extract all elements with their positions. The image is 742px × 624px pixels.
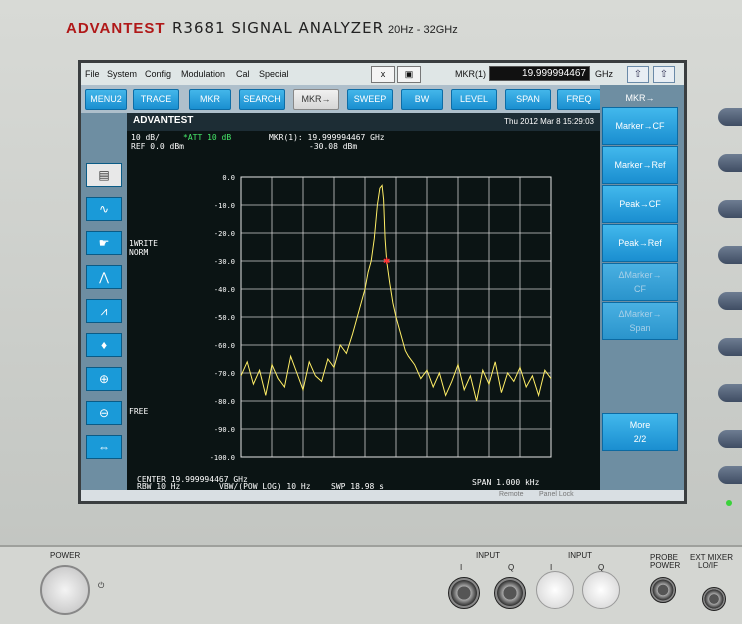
panel-lock-indicator: Panel Lock — [539, 491, 574, 498]
hand-pointer-icon[interactable]: ☛ — [86, 231, 122, 255]
y-tick-label: -10.0 — [214, 202, 235, 210]
span-readout: SPAN 1.000 kHz — [472, 478, 540, 487]
peak-to-ref-button[interactable]: Peak→Ref — [602, 224, 678, 262]
right-softkey-column: MKR→ Marker→CF Marker→Ref Peak→CF Peak→R… — [600, 85, 684, 501]
zoom-out-icon[interactable]: ⊖ — [86, 401, 122, 425]
delta-marker-to-span-button[interactable]: ΔMarker→ Span — [602, 302, 678, 340]
save-icon[interactable]: ▣ — [397, 66, 421, 83]
delta-marker-to-cf-button[interactable]: ΔMarker→ CF — [602, 263, 678, 301]
q-label: Q — [508, 563, 515, 572]
softkey-search[interactable]: SEARCH — [239, 89, 285, 110]
softkey-menu2[interactable]: MENU2 — [85, 89, 127, 110]
y-tick-label: -90.0 — [214, 426, 235, 434]
menu-special[interactable]: Special — [259, 69, 289, 79]
menu-system[interactable]: System — [107, 69, 137, 79]
right-panel-header: MKR→ — [625, 93, 655, 103]
softkey-mkr[interactable]: MKR — [189, 89, 231, 110]
side-button-1[interactable] — [718, 108, 742, 126]
softkey-mkr-arrow[interactable]: MKR→ — [293, 89, 339, 110]
spectrum-display: ADVANTEST Thu 2012 Mar 8 15:29:03 10 dB/… — [127, 113, 600, 475]
zoom-in-icon[interactable]: ⊕ — [86, 367, 122, 391]
peak-to-cf-button[interactable]: Peak→CF — [602, 185, 678, 223]
y-tick-label: -80.0 — [214, 398, 235, 406]
marker-to-cf-button[interactable]: Marker→CF — [602, 107, 678, 145]
input-i-connector[interactable] — [448, 577, 480, 609]
side-button-2[interactable] — [718, 154, 742, 172]
marker-to-ref-button[interactable]: Marker→Ref — [602, 146, 678, 184]
menu-file[interactable]: File — [85, 69, 100, 79]
side-button-4[interactable] — [718, 246, 742, 264]
marker-unit: GHz — [595, 69, 613, 79]
bottom-info: CENTER 19.999994467 GHz RBW 10 Hz VBW/(P… — [127, 475, 600, 491]
side-button-6[interactable] — [718, 338, 742, 356]
softkey-level[interactable]: LEVEL — [451, 89, 497, 110]
menu-cal[interactable]: Cal — [236, 69, 250, 79]
menu-modulation[interactable]: Modulation — [181, 69, 225, 79]
y-tick-label: -60.0 — [214, 342, 235, 350]
y-tick-label: -100.0 — [210, 454, 235, 462]
side-button-3[interactable] — [718, 200, 742, 218]
hand-wave-icon[interactable]: ∿ — [86, 197, 122, 221]
up-arrow-icon-2[interactable]: ⇧ — [653, 66, 675, 83]
y-tick-label: -30.0 — [214, 258, 235, 266]
model-name: R3681 SIGNAL ANALYZER — [172, 19, 384, 37]
brand-logo: ADVANTEST — [66, 20, 166, 37]
front-panel: POWER ⏻ INPUT I Q INPUT I Q PROBE POWER … — [0, 545, 742, 624]
probe-power-label: POWER — [650, 561, 681, 570]
menu-bar: File System Config Modulation Cal Specia… — [81, 63, 684, 85]
input-q-knob[interactable] — [582, 571, 620, 609]
side-button-9[interactable] — [718, 466, 742, 484]
menu-config[interactable]: Config — [145, 69, 171, 79]
marker-frequency-input[interactable]: 19.999994467 — [489, 66, 590, 81]
lo-if-label: LO/IF — [698, 561, 719, 570]
analyzer-screen: File System Config Modulation Cal Specia… — [78, 60, 687, 504]
input-q-connector[interactable] — [494, 577, 526, 609]
peak-marker-icon[interactable]: ♦ — [86, 333, 122, 357]
y-tick-label: -20.0 — [214, 230, 235, 238]
range-icon[interactable]: ⇔ — [86, 435, 122, 459]
power-label: POWER — [50, 551, 81, 560]
input-label-1: INPUT — [476, 551, 500, 560]
ext-mixer-connector[interactable] — [702, 587, 726, 611]
power-button[interactable] — [40, 565, 90, 615]
status-bar: Remote Panel Lock — [81, 490, 684, 501]
tool-column: ▤ ∿ ☛ ⋀ ⩘ ♦ ⊕ ⊖ ⇔ — [81, 113, 127, 501]
single-peak-icon[interactable]: ⋀ — [86, 265, 122, 289]
input-i-knob[interactable] — [536, 571, 574, 609]
marker-point: ✱ — [383, 256, 391, 266]
marker-field-label: MKR(1) — [455, 69, 486, 79]
more-button[interactable]: More 2/2 — [602, 413, 678, 451]
close-button[interactable]: x — [371, 66, 395, 83]
y-tick-label: 0.0 — [222, 174, 235, 182]
side-button-7[interactable] — [718, 384, 742, 402]
y-tick-label: -50.0 — [214, 314, 235, 322]
up-arrow-icon[interactable]: ⇧ — [627, 66, 649, 83]
y-tick-label: -40.0 — [214, 286, 235, 294]
instrument-bezel: ADVANTEST R3681 SIGNAL ANALYZER 20Hz - 3… — [0, 0, 742, 545]
y-tick-label: -70.0 — [214, 370, 235, 378]
spectrum-plot: 0.0 -10.0 -20.0 -30.0 -40.0 -50.0 -60.0 -70.0 -8… — [210, 174, 552, 462]
multi-peak-icon[interactable]: ⩘ — [86, 299, 122, 323]
display-mode-icon[interactable]: ▤ — [86, 163, 122, 187]
frequency-range: 20Hz - 32GHz — [388, 24, 458, 36]
remote-indicator: Remote — [499, 491, 524, 498]
input-label-2: INPUT — [568, 551, 592, 560]
side-button-8[interactable] — [718, 430, 742, 448]
softkey-freq[interactable]: FREQ — [557, 89, 601, 110]
power-led — [726, 500, 732, 506]
softkey-bw[interactable]: BW — [401, 89, 443, 110]
y-tick-labels: 0.0 -10.0 -20.0 -30.0 -40.0 -50.0 -60.0 -70.0 -8… — [210, 174, 235, 462]
side-button-5[interactable] — [718, 292, 742, 310]
softkey-trace[interactable]: TRACE — [133, 89, 179, 110]
softkey-bar: MENU2 TRACE MKR SEARCH MKR→ SWEEP BW LEV… — [81, 85, 684, 113]
power-symbol-icon: ⏻ — [98, 581, 105, 590]
softkey-span[interactable]: SPAN — [505, 89, 551, 110]
probe-power-connector[interactable] — [650, 577, 676, 603]
softkey-sweep[interactable]: SWEEP — [347, 89, 393, 110]
i-label: I — [460, 563, 463, 572]
